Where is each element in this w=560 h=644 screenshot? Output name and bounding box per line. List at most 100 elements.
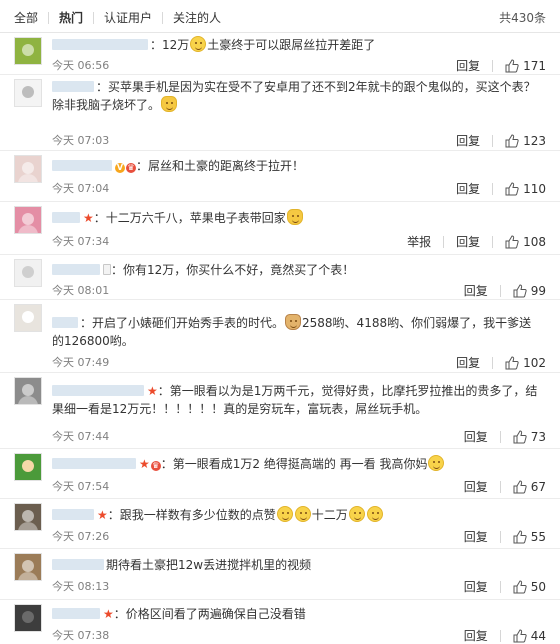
- avatar[interactable]: [14, 604, 42, 632]
- thumbs-up-icon: [505, 133, 519, 147]
- username-link[interactable]: [52, 317, 78, 328]
- avatar[interactable]: [14, 155, 42, 183]
- username-link[interactable]: [52, 264, 100, 275]
- comment-actions: 回复 67: [464, 478, 546, 495]
- thumbs-up-icon: [505, 181, 519, 195]
- comment-text-part: ：价格区间看了两遍确保自己没看错: [113, 607, 306, 621]
- like-button[interactable]: 171: [505, 59, 546, 73]
- divider: [48, 11, 50, 24]
- comment-text-part: ：屌丝和土豪的距离终于拉开！: [136, 159, 305, 173]
- comment-text-part: ：你有12万，你买什么不好，竟然买了个表！: [111, 263, 355, 277]
- like-button[interactable]: 55: [513, 530, 546, 544]
- thumbs-up-icon: [513, 628, 527, 642]
- level-badge-icon: [103, 264, 111, 275]
- avatar[interactable]: [14, 304, 42, 332]
- like-button[interactable]: 50: [513, 580, 546, 594]
- comment-actions: 回复 55: [464, 528, 546, 545]
- comment-body: ★ ♛：第一眼看成1万2 绝得挺高端的 再一看 我高你妈: [52, 455, 540, 473]
- like-button[interactable]: 67: [513, 480, 546, 494]
- comment-actions: 回复 110: [456, 180, 546, 197]
- reply-button[interactable]: 回复: [456, 233, 480, 250]
- like-button[interactable]: 110: [505, 182, 546, 196]
- member-badge-icon: ♛: [150, 461, 161, 471]
- comment-text-part: ：买苹果手机是因为实在受不了安卓用了还不到2年就卡的跟个鬼似的，买这个表？除非我…: [52, 80, 536, 112]
- like-button[interactable]: 99: [513, 284, 546, 298]
- avatar[interactable]: [14, 553, 42, 581]
- tab-all[interactable]: 全部: [14, 9, 38, 26]
- comment-item: ★：价格区间看了两遍确保自己没看错 今天 07:38 回复 44: [0, 600, 560, 644]
- comment-body: ：买苹果手机是因为实在受不了安卓用了还不到2年就卡的跟个鬼似的，买这个表？除非我…: [52, 78, 540, 114]
- avatar[interactable]: [14, 259, 42, 287]
- star-badge-icon: ★: [147, 384, 158, 398]
- dog-emoji-icon: [285, 314, 302, 330]
- like-count: 123: [523, 133, 546, 148]
- comment-text-part: 土豪终于可以跟屌丝拉开差距了: [207, 38, 376, 52]
- comment-timestamp: 今天 08:01: [52, 284, 110, 297]
- like-count: 99: [530, 283, 546, 298]
- tab-hot[interactable]: 热门: [59, 9, 83, 26]
- comment-body: ：你有12万，你买什么不好，竟然买了个表！: [52, 261, 540, 279]
- username-link[interactable]: [52, 509, 94, 520]
- username-link[interactable]: [52, 160, 112, 171]
- username-link[interactable]: [52, 212, 80, 223]
- divider: [492, 59, 494, 72]
- divider: [492, 134, 494, 147]
- like-button[interactable]: 73: [513, 430, 546, 444]
- username-link[interactable]: [52, 559, 104, 570]
- username-link[interactable]: [52, 81, 94, 92]
- like-count: 110: [523, 181, 546, 196]
- username-link[interactable]: [52, 39, 148, 50]
- comment-text-part: 期待看土豪把12w丢进搅拌机里的视频: [106, 558, 312, 572]
- comment-text-part: ：跟我一样数有多少位数的点赞: [107, 508, 276, 522]
- emoji-icon: [366, 506, 383, 522]
- username-link[interactable]: [52, 385, 144, 396]
- reply-button[interactable]: 回复: [464, 528, 488, 545]
- like-count: 44: [530, 628, 546, 643]
- star-badge-icon: ★: [97, 508, 108, 522]
- like-count: 102: [523, 355, 546, 370]
- thumbs-up-icon: [513, 479, 527, 493]
- comment-item: ：买苹果手机是因为实在受不了安卓用了还不到2年就卡的跟个鬼似的，买这个表？除非我…: [0, 75, 560, 151]
- divider: [499, 580, 501, 593]
- reply-button[interactable]: 回复: [456, 354, 480, 371]
- total-comment-count: 共430条: [499, 11, 546, 25]
- tab-verified-users[interactable]: 认证用户: [104, 9, 152, 26]
- reply-button[interactable]: 回复: [464, 428, 488, 445]
- reply-button[interactable]: 回复: [464, 578, 488, 595]
- comment-timestamp: 今天 07:44: [52, 430, 110, 443]
- thumbs-up-icon: [513, 283, 527, 297]
- username-link[interactable]: [52, 608, 100, 619]
- emoji-icon: [190, 36, 207, 52]
- avatar[interactable]: [14, 503, 42, 531]
- reply-button[interactable]: 回复: [456, 180, 480, 197]
- report-button[interactable]: 举报: [407, 233, 431, 250]
- tab-following[interactable]: 关注的人: [173, 9, 221, 26]
- reply-button[interactable]: 回复: [464, 627, 488, 644]
- comment-body: ★：跟我一样数有多少位数的点赞 十二万: [52, 506, 540, 524]
- avatar[interactable]: [14, 79, 42, 107]
- avatar[interactable]: [14, 37, 42, 65]
- avatar[interactable]: [14, 453, 42, 481]
- like-button[interactable]: 102: [505, 356, 546, 370]
- avatar[interactable]: [14, 377, 42, 405]
- like-button[interactable]: 108: [505, 235, 546, 249]
- divider: [492, 235, 494, 248]
- avatar[interactable]: [14, 206, 42, 234]
- comment-item: ★：十二万六千八，苹果电子表带回家 今天 07:34 举报 回复 108: [0, 202, 560, 255]
- comment-item: ★：跟我一样数有多少位数的点赞 十二万 今天 07:26 回复 55: [0, 499, 560, 549]
- like-button[interactable]: 44: [513, 629, 546, 643]
- comment-body: ：12万 土豪终于可以跟屌丝拉开差距了: [52, 36, 540, 54]
- comment-actions: 回复 44: [464, 627, 546, 644]
- username-link[interactable]: [52, 458, 136, 469]
- reply-button[interactable]: 回复: [464, 282, 488, 299]
- reply-button[interactable]: 回复: [456, 57, 480, 74]
- star-badge-icon: ★: [83, 211, 94, 225]
- like-button[interactable]: 123: [505, 134, 546, 148]
- comment-item: ：开启了小婊砸们开始秀手表的时代。 2588哟、4188哟、你们弱爆了，我干爹送的…: [0, 300, 560, 373]
- like-count: 171: [523, 58, 546, 73]
- like-count: 67: [530, 479, 546, 494]
- reply-button[interactable]: 回复: [464, 478, 488, 495]
- laughing-emoji-icon: [428, 455, 445, 471]
- comment-item: ：12万 土豪终于可以跟屌丝拉开差距了 今天 06:56 回复 171: [0, 33, 560, 75]
- reply-button[interactable]: 回复: [456, 132, 480, 149]
